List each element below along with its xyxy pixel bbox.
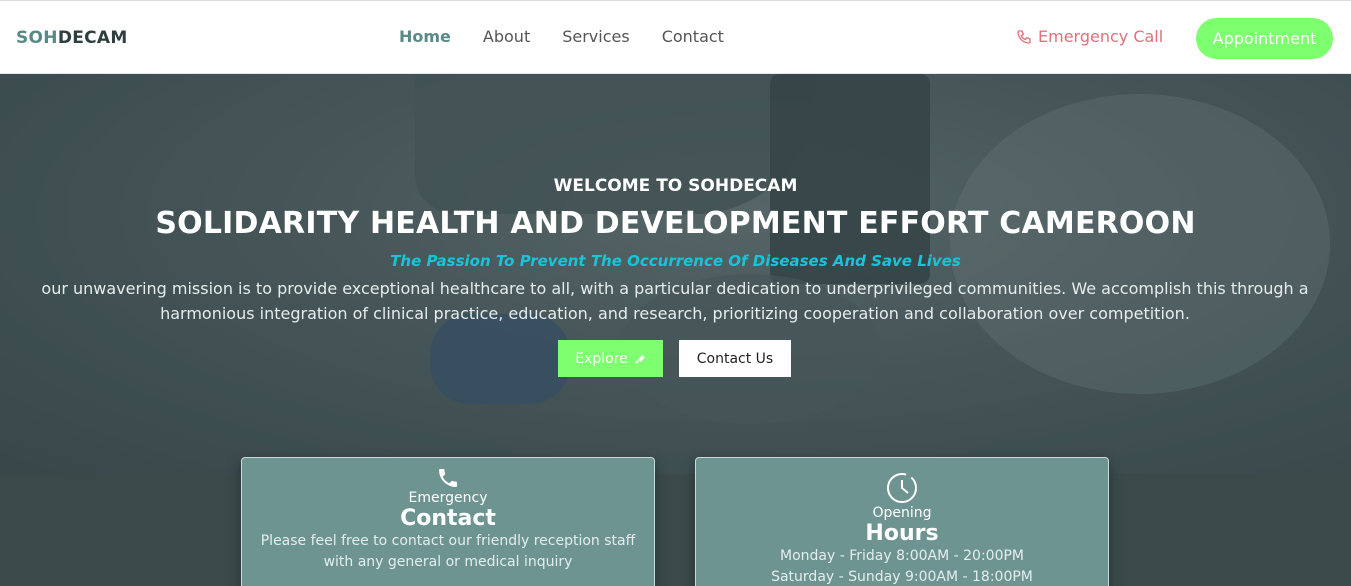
phone-icon bbox=[1017, 29, 1031, 44]
phone-icon bbox=[439, 469, 457, 487]
clock-icon bbox=[887, 473, 917, 503]
card-small-label: Opening bbox=[872, 505, 932, 521]
appointment-button[interactable]: Appointment bbox=[1196, 18, 1333, 59]
explore-button[interactable]: Explore bbox=[558, 340, 663, 377]
emergency-call-link[interactable]: Emergency Call bbox=[1016, 27, 1163, 46]
explore-label: Explore bbox=[575, 350, 628, 367]
hours-line: Saturday - Sunday 9:00AM - 18:00PM bbox=[771, 569, 1033, 585]
lower-section bbox=[0, 474, 1351, 586]
card-description: Monday - Friday 8:00AM - 20:00PM Saturda… bbox=[696, 546, 1108, 586]
hero-welcome: WELCOME TO SOHDECAM bbox=[553, 176, 798, 196]
opening-hours-card: Opening Hours Monday - Friday 8:00AM - 2… bbox=[695, 457, 1109, 586]
card-description-line: with any general or medical inquiry bbox=[323, 554, 573, 570]
nav-services-link[interactable]: Services bbox=[562, 27, 629, 46]
nav-home-link[interactable]: Home bbox=[399, 27, 451, 46]
card-title: Contact bbox=[400, 506, 496, 531]
brand-part1: SOH bbox=[16, 28, 58, 48]
hero-mission-line: harmonious integration of clinical pract… bbox=[160, 304, 1190, 323]
rocket-icon bbox=[635, 354, 645, 363]
card-description-line: Please feel free to contact our friendly… bbox=[260, 533, 636, 549]
hero-section bbox=[0, 74, 1351, 474]
hero-headline: SOLIDARITY HEALTH AND DEVELOPMENT EFFORT… bbox=[155, 206, 1196, 241]
navbar: SOHDECAM Home About Services Contact Eme… bbox=[0, 0, 1351, 74]
nav-contact-link[interactable]: Contact bbox=[662, 27, 724, 46]
brand-logo[interactable]: SOHDECAM bbox=[16, 28, 128, 48]
card-description: Please feel free to contact our friendly… bbox=[242, 531, 654, 573]
contact-us-button[interactable]: Contact Us bbox=[679, 340, 791, 377]
emergency-call-label: Emergency Call bbox=[1038, 27, 1164, 46]
hero-mission-line: our unwavering mission is to provide exc… bbox=[41, 279, 1309, 298]
hero-mission: our unwavering mission is to provide exc… bbox=[30, 276, 1320, 326]
hero-tagline: The Passion To Prevent The Occurrence Of… bbox=[390, 252, 961, 270]
emergency-contact-card: Emergency Contact Please feel free to co… bbox=[241, 457, 655, 586]
card-small-label: Emergency bbox=[408, 490, 488, 506]
brand-part2: DECAM bbox=[57, 28, 128, 48]
nav-links: Home About Services Contact bbox=[399, 27, 756, 46]
hours-line: Monday - Friday 8:00AM - 20:00PM bbox=[779, 548, 1024, 564]
hero-overlay bbox=[0, 74, 1351, 474]
nav-about-link[interactable]: About bbox=[483, 27, 530, 46]
card-title: Hours bbox=[865, 521, 939, 546]
